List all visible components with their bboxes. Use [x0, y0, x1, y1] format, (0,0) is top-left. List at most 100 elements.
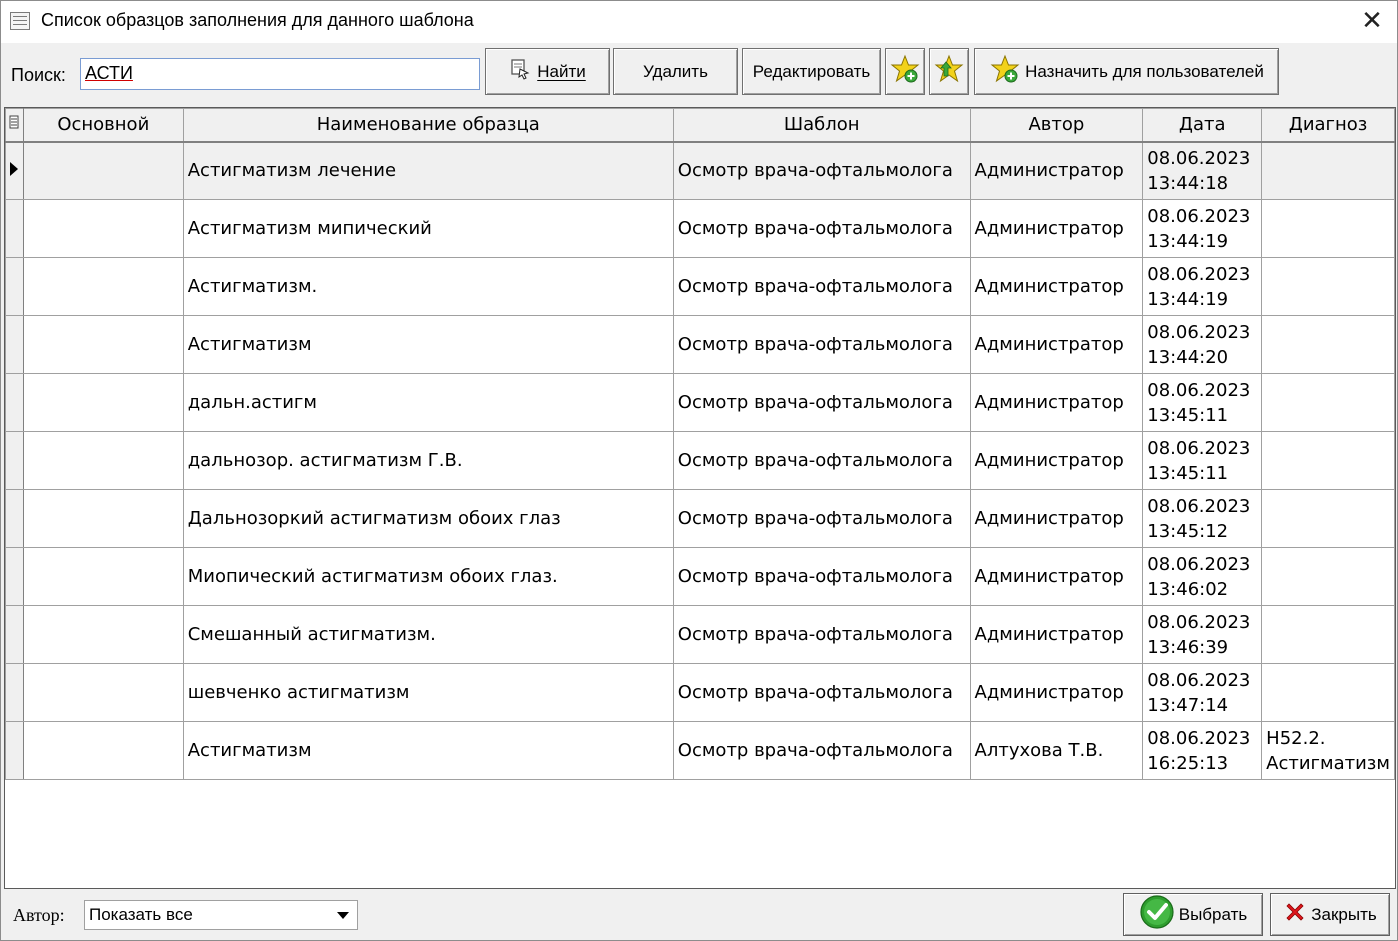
- table-row[interactable]: Дальнозоркий астигматизм обоих глаз Осмот…: [5, 489, 1395, 548]
- cell-author[interactable]: Администратор: [969, 605, 1144, 664]
- find-button[interactable]: Найти: [485, 48, 610, 95]
- table-row[interactable]: Астигматизм. Осмотр врача-офтальмолога Адм…: [5, 257, 1395, 316]
- cell-main[interactable]: [22, 315, 184, 374]
- row-indicator[interactable]: [5, 605, 24, 664]
- cell-main[interactable]: [22, 257, 184, 316]
- cell-diagnosis[interactable]: [1261, 489, 1395, 548]
- cell-diagnosis[interactable]: [1261, 315, 1395, 374]
- cell-main[interactable]: [22, 663, 184, 722]
- column-header-name[interactable]: Наименование образца: [182, 108, 674, 143]
- row-indicator[interactable]: [5, 315, 24, 374]
- cell-diagnosis[interactable]: [1261, 199, 1395, 258]
- edit-button[interactable]: Редактировать: [742, 48, 881, 95]
- cell-diagnosis[interactable]: [1261, 257, 1395, 316]
- column-header-template[interactable]: Шаблон: [672, 108, 971, 143]
- cell-date[interactable]: 08.06.2023 13:44:19: [1142, 199, 1263, 258]
- cell-author[interactable]: Администратор: [969, 257, 1144, 316]
- cell-author[interactable]: Администратор: [969, 663, 1144, 722]
- table-row[interactable]: шевченко астигматизм Осмотр врача-офтальм…: [5, 663, 1395, 722]
- cell-date[interactable]: 08.06.2023 16:25:13: [1142, 721, 1263, 780]
- cell-name[interactable]: Смешанный астигматизм.: [182, 605, 674, 664]
- row-indicator[interactable]: [5, 721, 24, 780]
- cell-name[interactable]: шевченко астигматизм: [182, 663, 674, 722]
- cell-template[interactable]: Осмотр врача-офтальмолога: [672, 141, 971, 200]
- cell-author[interactable]: Администратор: [969, 431, 1144, 490]
- column-chooser-icon[interactable]: [5, 108, 24, 143]
- cell-author[interactable]: Администратор: [969, 547, 1144, 606]
- cell-template[interactable]: Осмотр врача-офтальмолога: [672, 373, 971, 432]
- cell-name[interactable]: Миопический астигматизм обоих глаз.: [182, 547, 674, 606]
- select-button[interactable]: Выбрать: [1123, 893, 1263, 936]
- close-window-icon[interactable]: ✕: [1359, 7, 1385, 35]
- table-row[interactable]: дальн.астигм Осмотр врача-офтальмолога Адм…: [5, 373, 1395, 432]
- cell-date[interactable]: 08.06.2023 13:44:20: [1142, 315, 1263, 374]
- cell-name[interactable]: дальнозор. астигматизм Г.В.: [182, 431, 674, 490]
- cell-date[interactable]: 08.06.2023 13:44:18: [1142, 141, 1263, 200]
- cell-main[interactable]: [22, 431, 184, 490]
- close-button[interactable]: Закрыть: [1270, 893, 1390, 936]
- cell-name[interactable]: Астигматизм: [182, 315, 674, 374]
- cell-main[interactable]: [22, 721, 184, 780]
- cell-diagnosis[interactable]: [1261, 373, 1395, 432]
- cell-template[interactable]: Осмотр врача-офтальмолога: [672, 663, 971, 722]
- cell-name[interactable]: дальн.астигм: [182, 373, 674, 432]
- cell-date[interactable]: 08.06.2023 13:44:19: [1142, 257, 1263, 316]
- chevron-down-icon[interactable]: [337, 912, 349, 919]
- row-indicator[interactable]: [5, 199, 24, 258]
- row-indicator[interactable]: [5, 373, 24, 432]
- cell-author[interactable]: Администратор: [969, 199, 1144, 258]
- cell-date[interactable]: 08.06.2023 13:45:11: [1142, 431, 1263, 490]
- column-header-diagnosis[interactable]: Диагноз: [1261, 108, 1395, 143]
- cell-template[interactable]: Осмотр врача-офтальмолога: [672, 431, 971, 490]
- assign-users-button[interactable]: Назначить для пользователей: [974, 48, 1279, 95]
- row-indicator[interactable]: [5, 257, 24, 316]
- cell-main[interactable]: [22, 141, 184, 200]
- cell-name[interactable]: Астигматизм мипический: [182, 199, 674, 258]
- cell-author[interactable]: Администратор: [969, 489, 1144, 548]
- row-indicator[interactable]: [5, 141, 24, 200]
- cell-main[interactable]: [22, 547, 184, 606]
- cell-main[interactable]: [22, 199, 184, 258]
- cell-main[interactable]: [22, 489, 184, 548]
- search-input[interactable]: [80, 58, 480, 90]
- cell-template[interactable]: Осмотр врача-офтальмолога: [672, 489, 971, 548]
- table-row[interactable]: Астигматизм лечение Осмотр врача-офтальмо…: [5, 141, 1395, 200]
- row-indicator[interactable]: [5, 663, 24, 722]
- cell-name[interactable]: Астигматизм: [182, 721, 674, 780]
- row-indicator[interactable]: [5, 431, 24, 490]
- cell-template[interactable]: Осмотр врача-офтальмолога: [672, 199, 971, 258]
- cell-template[interactable]: Осмотр врача-офтальмолога: [672, 721, 971, 780]
- cell-author[interactable]: Администратор: [969, 373, 1144, 432]
- favorite-move-button[interactable]: [929, 48, 969, 95]
- cell-diagnosis[interactable]: [1261, 431, 1395, 490]
- cell-date[interactable]: 08.06.2023 13:45:12: [1142, 489, 1263, 548]
- cell-template[interactable]: Осмотр врача-офтальмолога: [672, 315, 971, 374]
- cell-diagnosis[interactable]: H52.2. Астигматизм: [1261, 721, 1395, 780]
- cell-author[interactable]: Администратор: [969, 141, 1144, 200]
- cell-template[interactable]: Осмотр врача-офтальмолога: [672, 605, 971, 664]
- column-header-main[interactable]: Основной: [22, 108, 184, 143]
- cell-main[interactable]: [22, 373, 184, 432]
- cell-name[interactable]: Астигматизм.: [182, 257, 674, 316]
- cell-diagnosis[interactable]: [1261, 547, 1395, 606]
- cell-date[interactable]: 08.06.2023 13:47:14: [1142, 663, 1263, 722]
- cell-diagnosis[interactable]: [1261, 663, 1395, 722]
- cell-template[interactable]: Осмотр врача-офтальмолога: [672, 547, 971, 606]
- table-row[interactable]: Астигматизм мипический Осмотр врача-офтал…: [5, 199, 1395, 258]
- templates-grid[interactable]: Основной Наименование образца Шаблон Авт…: [4, 107, 1396, 889]
- column-header-date[interactable]: Дата: [1142, 108, 1263, 143]
- table-row[interactable]: Астигматизм Осмотр врача-офтальмолога Адми…: [5, 315, 1395, 374]
- table-row[interactable]: дальнозор. астигматизм Г.В. Осмотр врача-…: [5, 431, 1395, 490]
- cell-name[interactable]: Астигматизм лечение: [182, 141, 674, 200]
- row-indicator[interactable]: [5, 547, 24, 606]
- column-header-author[interactable]: Автор: [969, 108, 1144, 143]
- author-filter-select[interactable]: Показать все: [84, 900, 358, 930]
- cell-main[interactable]: [22, 605, 184, 664]
- cell-date[interactable]: 08.06.2023 13:46:39: [1142, 605, 1263, 664]
- cell-date[interactable]: 08.06.2023 13:46:02: [1142, 547, 1263, 606]
- cell-template[interactable]: Осмотр врача-офтальмолога: [672, 257, 971, 316]
- cell-author[interactable]: Алтухова Т.В.: [969, 721, 1144, 780]
- cell-diagnosis[interactable]: [1261, 605, 1395, 664]
- add-favorite-button[interactable]: [885, 48, 925, 95]
- cell-name[interactable]: Дальнозоркий астигматизм обоих глаз: [182, 489, 674, 548]
